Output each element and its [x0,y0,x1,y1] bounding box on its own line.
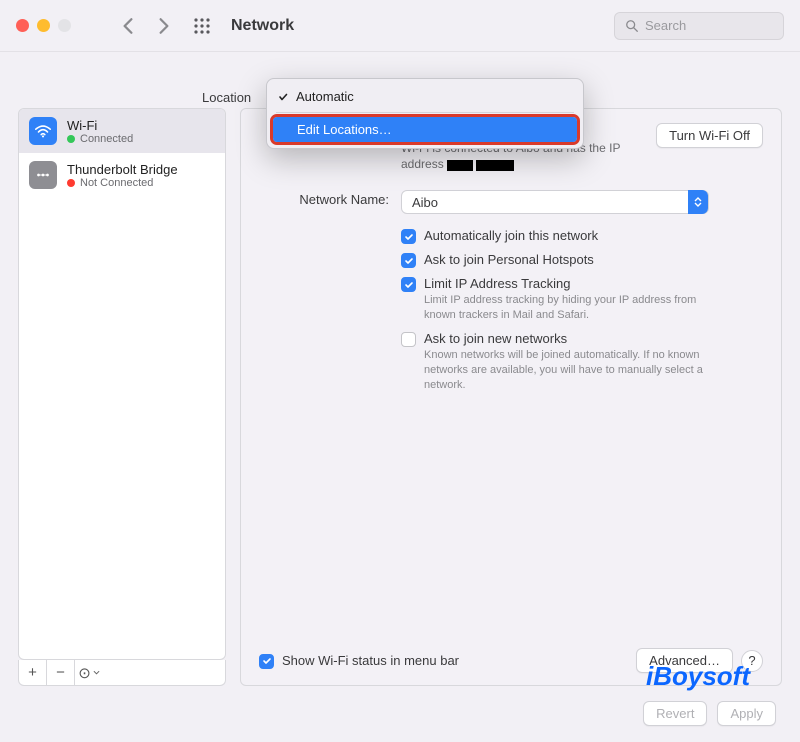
turn-wifi-off-button[interactable]: Turn Wi-Fi Off [656,123,763,148]
highlight-annotation: Edit Locations… [270,114,580,145]
limit-ip-description: Limit IP address tracking by hiding your… [424,293,724,323]
chevron-updown-icon [688,190,708,214]
sidebar-item-wifi[interactable]: Wi-Fi Connected [19,109,225,153]
dropdown-separator [276,112,574,113]
network-name-label: Network Name: [259,190,401,214]
remove-network-button[interactable]: − [47,660,75,685]
location-option-automatic[interactable]: Automatic [272,84,578,109]
auto-join-checkbox[interactable] [401,229,416,244]
sidebar-item-thunderbolt[interactable]: Thunderbolt Bridge Not Connected [19,153,225,197]
new-networks-checkbox[interactable] [401,332,416,347]
network-options-button[interactable]: ⊙ [75,660,103,685]
location-dropdown: Automatic Edit Locations… [266,78,584,149]
maximize-window-button [58,19,71,32]
minimize-window-button[interactable] [37,19,50,32]
advanced-button[interactable]: Advanced… [636,648,733,673]
hotspots-label: Ask to join Personal Hotspots [424,252,594,267]
search-placeholder: Search [645,18,686,33]
revert-button[interactable]: Revert [643,701,707,726]
wifi-icon [29,117,57,145]
location-option-edit[interactable]: Edit Locations… [273,117,577,142]
status-dot-icon [67,135,75,143]
page-title: Network [231,17,614,35]
network-name-value: Aibo [412,195,438,210]
sidebar-item-label: Thunderbolt Bridge [67,162,178,177]
main-content: Wi-Fi Connected Thunderbolt Bridge Not C… [0,108,800,698]
location-label: Location [202,90,251,105]
nav-buttons [121,17,171,35]
search-input[interactable]: Search [614,12,784,40]
new-networks-description: Known networks will be joined automatica… [424,348,724,393]
network-sidebar: Wi-Fi Connected Thunderbolt Bridge Not C… [18,108,226,686]
sidebar-item-status: Not Connected [80,177,153,189]
show-all-prefs-button[interactable] [193,17,211,35]
thunderbolt-icon [29,161,57,189]
help-button[interactable]: ? [741,650,763,672]
bottom-buttons: Revert Apply [643,701,776,726]
toolbar: Network Search [0,0,800,52]
limit-ip-checkbox[interactable] [401,277,416,292]
forward-button[interactable] [157,17,171,35]
close-window-button[interactable] [16,19,29,32]
apply-button[interactable]: Apply [717,701,776,726]
auto-join-label: Automatically join this network [424,228,598,243]
dropdown-option-label: Automatic [296,89,354,104]
network-name-select[interactable]: Aibo [401,190,709,214]
search-icon [625,19,639,33]
network-list: Wi-Fi Connected Thunderbolt Bridge Not C… [18,108,226,660]
hotspots-checkbox[interactable] [401,253,416,268]
detail-pane: Status: Connected Wi-Fi is connected to … [240,108,782,686]
menubar-status-label: Show Wi-Fi status in menu bar [282,653,459,668]
menubar-status-checkbox[interactable] [259,654,274,669]
checkmark-icon [276,92,290,102]
add-network-button[interactable]: + [19,660,47,685]
window-controls [16,19,71,32]
sidebar-item-status: Connected [80,133,133,145]
limit-ip-label: Limit IP Address Tracking [424,276,724,291]
back-button[interactable] [121,17,135,35]
status-dot-icon [67,179,75,187]
new-networks-label: Ask to join new networks [424,331,724,346]
dropdown-option-label: Edit Locations… [297,122,392,137]
sidebar-footer: + − ⊙ [18,660,226,686]
sidebar-item-label: Wi-Fi [67,118,133,133]
